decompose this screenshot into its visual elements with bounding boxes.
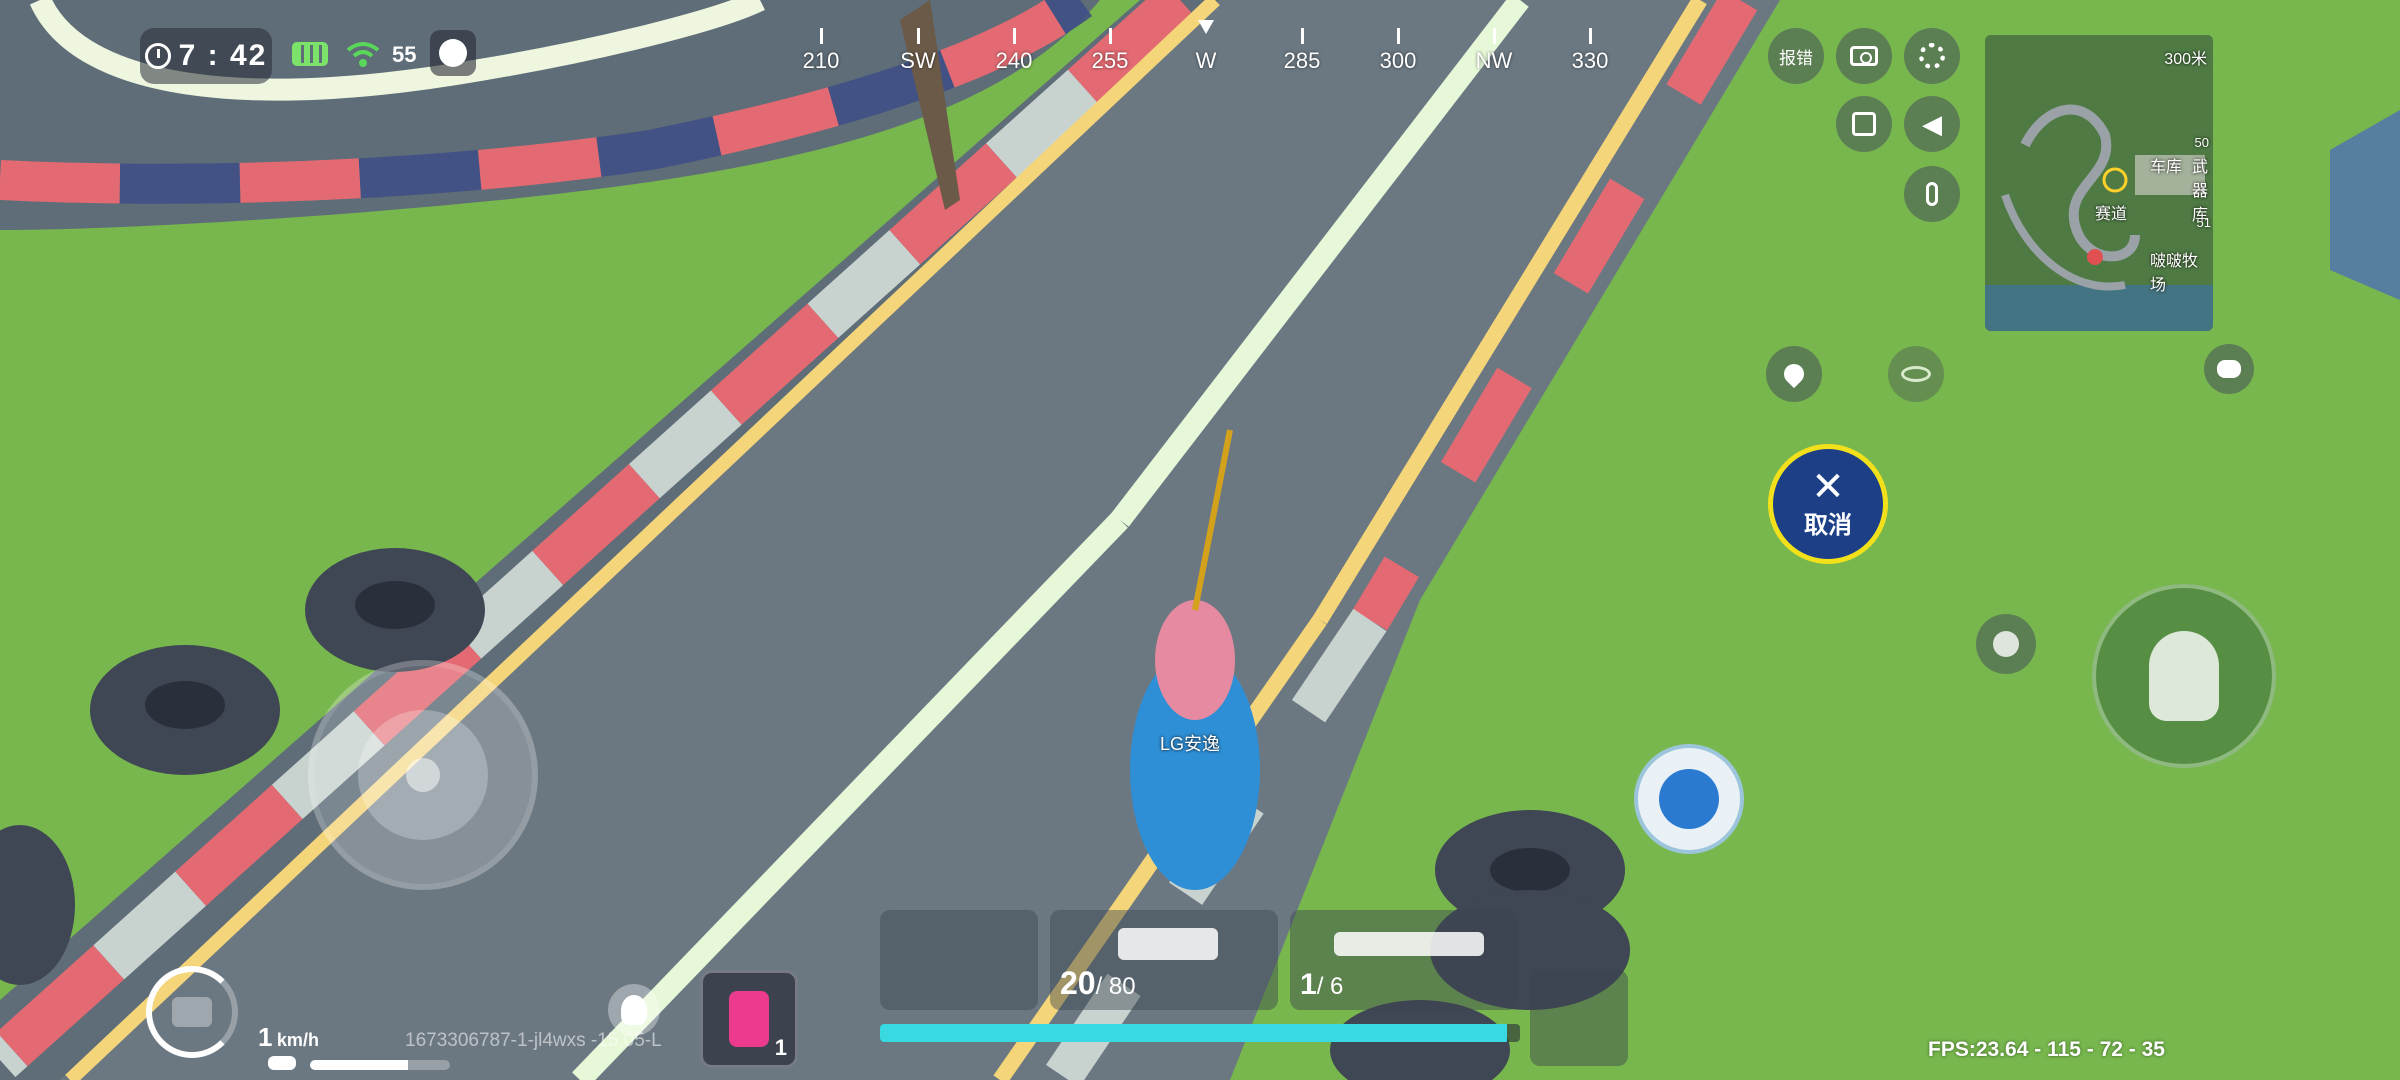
skill-shield-button[interactable] bbox=[1634, 744, 1744, 854]
camera-button[interactable] bbox=[1836, 28, 1892, 84]
exit-vehicle-button[interactable] bbox=[1836, 96, 1892, 152]
speed-value: 1 bbox=[258, 1022, 273, 1052]
cancel-label: 取消 bbox=[1804, 511, 1852, 539]
minimap-label-ranch: 啵啵牧场 bbox=[2150, 253, 2199, 294]
weapon-3-ammo-current: 1 bbox=[1300, 968, 1317, 1001]
fuel-bar-fill bbox=[310, 1060, 408, 1070]
teammate-avatar[interactable] bbox=[608, 984, 660, 1036]
camera-icon bbox=[1850, 46, 1878, 66]
clock-time: 7 : 42 bbox=[178, 39, 268, 72]
compass-bar: 210 SW 240 255 W 285 300 NW 330 bbox=[780, 20, 1630, 80]
minimap-marker-50: 50 bbox=[2194, 135, 2209, 150]
compass-tick bbox=[1589, 28, 1592, 44]
energy-drink-icon bbox=[729, 991, 769, 1047]
voice-chat-icon[interactable] bbox=[430, 30, 476, 76]
minimap[interactable]: 300米 50 车库 武器库 赛道 51 啵啵牧场 bbox=[1985, 35, 2213, 331]
gear-icon bbox=[1919, 43, 1945, 69]
compass-label: W bbox=[1195, 48, 1217, 73]
fuel-bar bbox=[310, 1060, 450, 1070]
dpad-icon bbox=[406, 758, 440, 792]
minimap-label-track: 赛道 bbox=[2095, 206, 2128, 223]
close-icon: ✕ bbox=[1811, 464, 1845, 509]
joystick-knob[interactable] bbox=[358, 710, 488, 840]
clock-pill: 7 : 42 bbox=[140, 28, 272, 84]
battery-icon bbox=[292, 42, 328, 66]
eye-icon bbox=[1901, 366, 1931, 382]
spectate-button[interactable] bbox=[1888, 346, 1944, 402]
clock-icon bbox=[144, 43, 171, 69]
health-bar-fill bbox=[880, 1024, 1508, 1042]
vehicle-status-ring bbox=[146, 966, 238, 1058]
location-pin-icon bbox=[1779, 359, 1809, 389]
compass-tick bbox=[1013, 28, 1016, 44]
speed-unit: km/h bbox=[276, 1030, 319, 1050]
compass-label: 300 bbox=[1379, 48, 1417, 73]
report-label: 报错 bbox=[1779, 48, 1813, 68]
compass-tick bbox=[820, 28, 823, 44]
jump-figure-icon bbox=[2149, 631, 2219, 721]
mic-muted-icon bbox=[1926, 182, 1938, 206]
weapon-2-ammo-current: 20 bbox=[1060, 965, 1096, 1001]
weapon-2-ammo-total: / 80 bbox=[1095, 973, 1136, 1000]
emote-icon bbox=[1993, 631, 2019, 657]
weapon-2-ammo: 20/ 80 bbox=[1060, 965, 1136, 1002]
compass-label: NW bbox=[1475, 48, 1513, 73]
settings-button[interactable] bbox=[1904, 28, 1960, 84]
weapon-slot-2[interactable]: 20/ 80 bbox=[1050, 910, 1278, 1010]
chat-bubble-icon bbox=[2217, 360, 2241, 378]
signal-value: 55 bbox=[392, 42, 417, 67]
compass-label: 240 bbox=[995, 48, 1033, 73]
weapon-slot-4[interactable] bbox=[1530, 970, 1628, 1066]
shield-icon bbox=[1659, 769, 1719, 829]
report-button[interactable]: 报错 bbox=[1768, 28, 1824, 84]
compass-tick bbox=[1109, 28, 1112, 44]
health-bar bbox=[880, 1024, 1520, 1042]
chat-button[interactable] bbox=[2204, 344, 2254, 394]
shotgun-icon bbox=[1118, 928, 1218, 960]
speed-readout: 1 km/h bbox=[258, 1022, 319, 1053]
exit-icon bbox=[1852, 112, 1876, 136]
fuel-icon bbox=[268, 1056, 296, 1070]
alpaca-icon bbox=[621, 995, 647, 1025]
consumable-count: 1 bbox=[774, 1035, 787, 1060]
jump-button[interactable] bbox=[2092, 584, 2276, 768]
weapon-slot-3[interactable]: 1/ 6 bbox=[1290, 910, 1518, 1010]
movement-joystick[interactable] bbox=[308, 660, 538, 890]
sound-button[interactable]: ◀ bbox=[1904, 96, 1960, 152]
consumable-slot[interactable]: 1 bbox=[700, 970, 798, 1068]
map-marker-button[interactable] bbox=[1766, 346, 1822, 402]
vehicle-icon bbox=[172, 997, 212, 1027]
player-name-tag: LG安逸 bbox=[1160, 734, 1221, 754]
compass-tick bbox=[1397, 28, 1400, 44]
minimap-marker-51: 51 bbox=[2196, 215, 2211, 230]
mic-button[interactable] bbox=[1904, 166, 1960, 222]
speaker-icon: ◀ bbox=[1922, 109, 1942, 139]
rocket-launcher-icon bbox=[1334, 932, 1484, 956]
weapon-3-ammo: 1/ 6 bbox=[1300, 968, 1343, 1002]
compass-tick bbox=[1493, 28, 1496, 44]
compass-label: 255 bbox=[1091, 48, 1129, 73]
fps-counter: FPS:23.64 - 115 - 72 - 35 bbox=[1928, 1038, 2165, 1061]
emote-button[interactable] bbox=[1976, 614, 2036, 674]
weapon-3-ammo-total: / 6 bbox=[1316, 973, 1344, 1000]
compass-label: 285 bbox=[1283, 48, 1321, 73]
wifi-icon bbox=[346, 40, 380, 68]
weapon-slot-1[interactable] bbox=[880, 910, 1038, 1010]
compass-tick bbox=[1301, 28, 1304, 44]
minimap-label-shop: 车库 bbox=[2150, 159, 2183, 176]
compass-tick bbox=[917, 28, 920, 44]
cancel-button[interactable]: ✕ 取消 bbox=[1768, 444, 1888, 564]
compass-label: 330 bbox=[1571, 48, 1609, 73]
compass-heading-marker bbox=[1198, 20, 1214, 34]
compass-label: SW bbox=[900, 48, 936, 73]
compass-label: 210 bbox=[802, 48, 840, 73]
minimap-scale: 300米 bbox=[2164, 51, 2207, 68]
